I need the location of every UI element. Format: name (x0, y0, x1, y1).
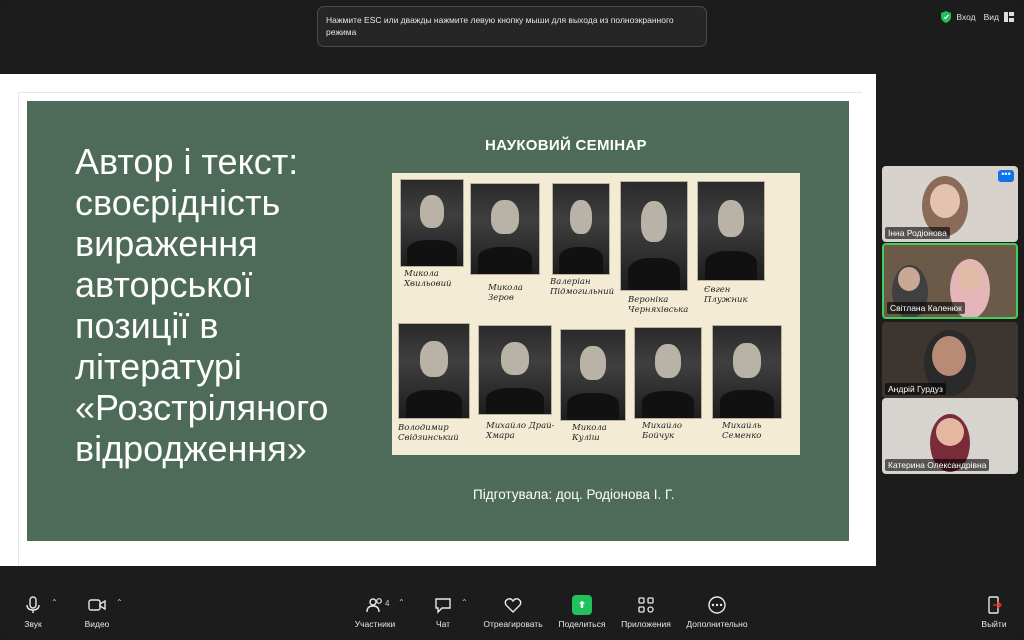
enter-button[interactable]: Вход (941, 11, 976, 23)
slide: Автор і текст: своєрідність вираження ав… (27, 101, 849, 541)
portrait-caption: Микола Зеров (488, 283, 523, 303)
chevron-up-icon[interactable]: ⌃ (116, 598, 123, 607)
react-button[interactable]: Отреагировать (478, 590, 548, 640)
portrait-photo (400, 179, 464, 267)
portrait-caption: Микола Хвильовий (404, 269, 452, 289)
portrait-caption: Євген Плужник (704, 285, 748, 305)
prepared-by: Підготувала: доц. Родіонова І. Г. (473, 487, 675, 502)
participant-name: Катерина Олександрівна (885, 459, 990, 471)
participant-face (932, 336, 966, 376)
portrait-photo (634, 327, 702, 419)
portrait-photo (620, 181, 688, 291)
grid-view-icon (1004, 12, 1014, 22)
top-right-controls: Вход Вид (941, 11, 1014, 23)
participant-name: Інна Родіонова (885, 227, 950, 239)
share-label: Поделиться (558, 619, 606, 629)
portrait-photo (478, 325, 552, 415)
apps-button[interactable]: Приложения (618, 590, 674, 640)
portrait-photo (398, 323, 470, 419)
chat-icon (435, 598, 451, 614)
more-icon[interactable]: ••• (998, 170, 1014, 182)
portrait-photo (470, 183, 540, 275)
portrait-caption: Валеріан Підмогильний (550, 277, 615, 297)
video-label: Видео (84, 619, 110, 629)
chat-button[interactable]: Чат (432, 590, 454, 640)
apps-label: Приложения (621, 619, 671, 629)
portrait-photo (552, 183, 610, 275)
meeting-toolbar: Звук ⌃ Видео ⌃ Участники 4 ⌃ Чат ⌃ Отреа… (0, 590, 1024, 640)
heart-icon (504, 598, 522, 613)
zoom-window: Нажмите ESC или дважды нажмите левую кно… (0, 0, 1024, 640)
more-dots-icon (708, 596, 726, 614)
microphone-icon (26, 596, 40, 613)
share-screen-button[interactable]: Поделиться (554, 590, 610, 640)
portrait-caption: Михайль Семенко (722, 421, 762, 441)
participant-tile-active[interactable]: Світлана Каленюк (882, 243, 1018, 319)
participant-face (930, 184, 960, 218)
portrait-photo (560, 329, 626, 421)
portrait-caption: Микола Куліш (572, 423, 607, 443)
mute-label: Звук (24, 619, 42, 629)
enter-label: Вход (956, 12, 976, 22)
portrait-caption: Вероніка Черняхівська (628, 295, 689, 315)
participant-face (898, 267, 920, 291)
people-icon (366, 598, 382, 613)
portrait-photo (712, 325, 782, 419)
mute-button[interactable]: Звук (20, 590, 46, 640)
leave-icon (988, 596, 1003, 614)
camera-icon (88, 599, 106, 611)
apps-icon (638, 597, 654, 613)
participant-tile[interactable]: Катерина Олександрівна (882, 398, 1018, 474)
portrait-caption: Михайло Бойчук (642, 421, 683, 441)
participants-label: Участники (354, 619, 396, 629)
shared-screen: Автор і текст: своєрідність вираження ав… (0, 74, 876, 636)
participant-face (958, 263, 982, 291)
react-label: Отреагировать (483, 619, 543, 629)
participants-count: 4 (385, 599, 390, 608)
chat-label: Чат (435, 619, 451, 629)
view-label: Вид (983, 12, 999, 22)
participant-tile[interactable]: Андрій Гурдуз (882, 322, 1018, 398)
chevron-up-icon[interactable]: ⌃ (461, 598, 468, 607)
chevron-up-icon[interactable]: ⌃ (398, 598, 405, 607)
view-button[interactable]: Вид (984, 12, 1014, 22)
portrait-caption: Михайло Драй-Хмара (486, 421, 555, 441)
participant-face (936, 418, 964, 446)
video-button[interactable]: Видео (82, 590, 112, 640)
participants-button[interactable]: Участники (350, 590, 400, 640)
slide-title: Автор і текст: своєрідність вираження ав… (75, 141, 329, 469)
share-screen-icon (572, 595, 592, 615)
participant-tile[interactable]: ••• Інна Родіонова (882, 166, 1018, 242)
leave-button[interactable]: Выйти (978, 590, 1010, 640)
chevron-up-icon[interactable]: ⌃ (51, 598, 58, 607)
participant-name: Світлана Каленюк (887, 302, 965, 314)
seminar-heading: НАУКОВИЙ СЕМІНАР (485, 137, 647, 154)
shield-icon (941, 11, 952, 23)
portrait-photo (697, 181, 765, 281)
fullscreen-toast: Нажмите ESC или дважды нажмите левую кно… (317, 6, 707, 47)
portrait-caption: Володимир Свідзинський (398, 423, 459, 443)
leave-label: Выйти (981, 619, 1007, 629)
more-label: Дополнительно (686, 619, 748, 629)
more-button[interactable]: Дополнительно (682, 590, 752, 640)
participant-name: Андрій Гурдуз (885, 383, 946, 395)
portraits-collage: Микола Хвильовий Микола Зеров Валеріан П… (392, 173, 800, 455)
